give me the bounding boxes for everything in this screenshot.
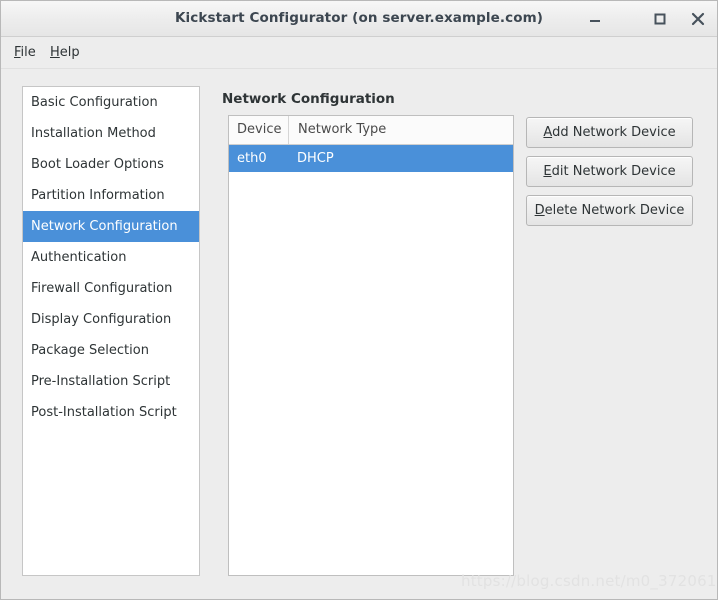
sidebar-item-post-installation-script[interactable]: Post-Installation Script	[23, 397, 199, 428]
menu-help-rest: elp	[59, 45, 80, 60]
menu-bar: File Help	[1, 37, 717, 69]
add-button-mnemonic: A	[543, 125, 553, 140]
sidebar-item-firewall-configuration[interactable]: Firewall Configuration	[23, 273, 199, 304]
application-window: Kickstart Configurator (on server.exampl…	[0, 0, 718, 600]
table-row[interactable]: eth0 DHCP	[229, 145, 513, 172]
cell-device: eth0	[237, 151, 267, 166]
title-bar: Kickstart Configurator (on server.exampl…	[1, 1, 717, 37]
page-title: Network Configuration	[222, 91, 395, 107]
close-button[interactable]	[687, 8, 709, 30]
sidebar-item-package-selection[interactable]: Package Selection	[23, 335, 199, 366]
add-button-rest: dd Network Device	[552, 125, 676, 140]
edit-button-mnemonic: E	[543, 164, 552, 179]
sidebar-item-basic-configuration[interactable]: Basic Configuration	[23, 87, 199, 118]
column-header-network-type[interactable]: Network Type	[288, 116, 513, 144]
sidebar-item-partition-information[interactable]: Partition Information	[23, 180, 199, 211]
add-network-device-button[interactable]: Add Network Device	[526, 117, 693, 148]
sidebar-item-installation-method[interactable]: Installation Method	[23, 118, 199, 149]
menu-help-mnemonic: H	[50, 45, 60, 60]
menu-file-rest: ile	[20, 45, 36, 60]
sidebar-item-network-configuration[interactable]: Network Configuration	[23, 211, 199, 242]
minimize-button[interactable]	[584, 8, 606, 30]
sidebar-item-authentication[interactable]: Authentication	[23, 242, 199, 273]
edit-network-device-button[interactable]: Edit Network Device	[526, 156, 693, 187]
delete-button-rest: elete Network Device	[544, 203, 685, 218]
cell-network-type: DHCP	[297, 151, 334, 166]
sidebar-list[interactable]: Basic Configuration Installation Method …	[22, 86, 200, 576]
window-title: Kickstart Configurator (on server.exampl…	[174, 10, 544, 26]
network-device-table[interactable]: Device Network Type eth0 DHCP	[228, 115, 514, 576]
delete-button-mnemonic: D	[534, 203, 545, 218]
sidebar-item-pre-installation-script[interactable]: Pre-Installation Script	[23, 366, 199, 397]
edit-button-rest: dit Network Device	[551, 164, 676, 179]
table-header-row: Device Network Type	[229, 116, 513, 145]
menu-item-file[interactable]: File	[10, 43, 40, 62]
sidebar-item-boot-loader-options[interactable]: Boot Loader Options	[23, 149, 199, 180]
delete-network-device-button[interactable]: Delete Network Device	[526, 195, 693, 226]
menu-item-help[interactable]: Help	[46, 43, 84, 62]
sidebar-item-display-configuration[interactable]: Display Configuration	[23, 304, 199, 335]
column-header-device[interactable]: Device	[229, 116, 288, 144]
maximize-button[interactable]	[649, 8, 671, 30]
